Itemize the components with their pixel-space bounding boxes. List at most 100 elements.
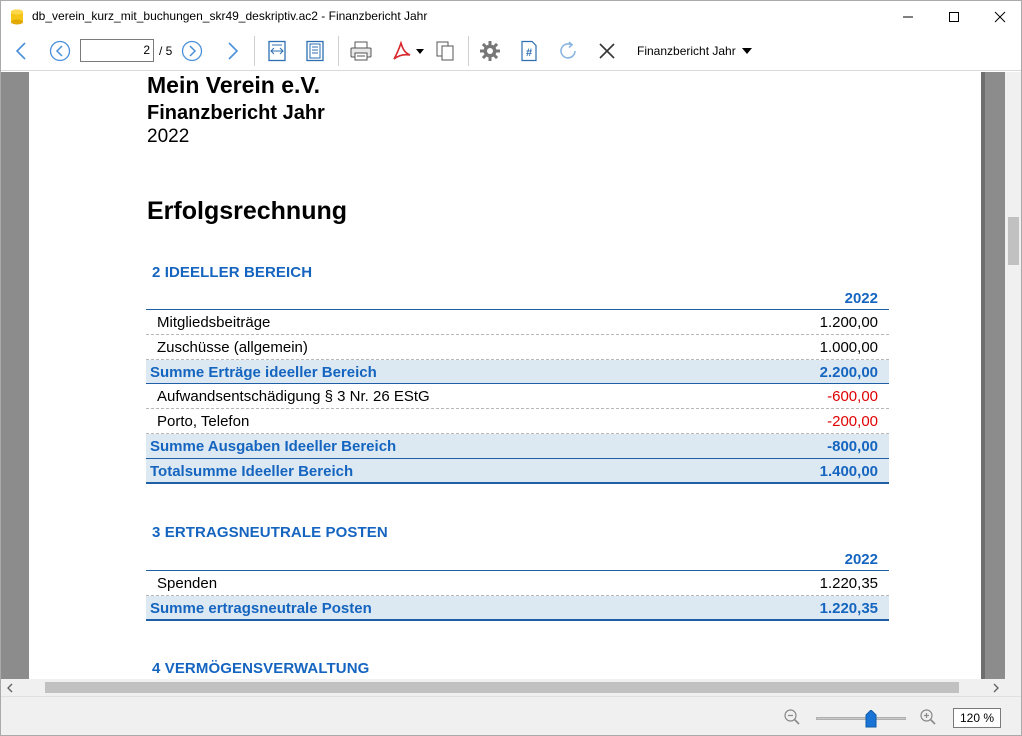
print-button[interactable] xyxy=(347,38,375,64)
viewer-window: db_verein_kurz_mit_buchungen_skr49_deskr… xyxy=(0,0,1022,736)
row-value: 1.000,00 xyxy=(819,338,878,356)
vertical-scroll-thumb[interactable] xyxy=(1008,217,1019,265)
back-button[interactable] xyxy=(11,38,31,64)
copy-button[interactable] xyxy=(431,38,459,64)
svg-text:#: # xyxy=(526,47,532,59)
page-number-input[interactable]: 2 xyxy=(80,39,154,62)
total-row: Totalsumme Ideeller Bereich 1.400,00 xyxy=(146,458,889,484)
column-header-year: 2022 xyxy=(844,551,878,568)
title-bar: db_verein_kurz_mit_buchungen_skr49_deskr… xyxy=(1,1,1021,32)
zoom-slider-track[interactable] xyxy=(816,717,906,720)
gear-icon xyxy=(480,41,500,61)
maximize-icon xyxy=(949,11,959,22)
total-row: Summe ertragsneutrale Posten 1.220,35 xyxy=(146,595,889,621)
section-heading: Erfolgsrechnung xyxy=(147,197,348,225)
table-row: Zuschüsse (allgemein) 1.000,00 xyxy=(146,335,889,360)
sum-row: Summe Erträge ideeller Bereich 2.200,00 xyxy=(146,359,889,385)
row-value: -800,00 xyxy=(827,437,878,455)
toolbar-separator xyxy=(468,36,469,66)
zoom-slider-handle[interactable] xyxy=(865,710,877,728)
row-label: Mitgliedsbeiträge xyxy=(157,314,271,331)
report-title: Finanzbericht Jahr xyxy=(147,102,325,124)
chevron-down-icon xyxy=(416,48,424,54)
column-header-year: 2022 xyxy=(844,290,878,307)
row-value: -200,00 xyxy=(827,413,878,431)
report-page: Mein Verein e.V. Finanzbericht Jahr 2022… xyxy=(29,72,981,679)
forward-button[interactable] xyxy=(223,38,243,64)
scrollbar-corner xyxy=(1005,679,1021,696)
export-pdf-button[interactable] xyxy=(387,38,427,64)
scroll-left-button[interactable] xyxy=(3,681,17,694)
page-shadow xyxy=(981,72,985,679)
circle-right-icon xyxy=(181,40,203,62)
table-row: Porto, Telefon -200,00 xyxy=(146,409,889,434)
settings-button[interactable] xyxy=(476,38,504,64)
row-label: Aufwandsentschädigung § 3 Nr. 26 EStG xyxy=(157,388,430,406)
report-selector-label: Finanzbericht Jahr xyxy=(637,44,736,58)
refresh-icon xyxy=(560,41,576,59)
row-label: Summe ertragsneutrale Posten xyxy=(150,599,372,617)
caret-down-icon xyxy=(741,48,752,54)
toolbar-separator xyxy=(338,36,339,66)
copy-icon xyxy=(436,41,454,61)
chevron-right-icon xyxy=(228,42,239,60)
report-year: 2022 xyxy=(147,126,190,147)
vertical-scrollbar[interactable] xyxy=(1005,72,1021,679)
window-title: db_verein_kurz_mit_buchungen_skr49_deskr… xyxy=(32,9,428,23)
table-header: 2022 xyxy=(146,546,889,571)
row-label: Spenden xyxy=(157,575,218,592)
chevron-left-icon xyxy=(7,683,13,692)
close-icon xyxy=(994,11,1006,22)
minimize-icon xyxy=(903,16,913,17)
hash-document-icon: # xyxy=(521,40,537,62)
document-viewport[interactable]: Mein Verein e.V. Finanzbericht Jahr 2022… xyxy=(1,72,1005,679)
fit-page-button[interactable] xyxy=(301,38,329,64)
fit-page-icon xyxy=(306,40,324,62)
row-value: -600,00 xyxy=(827,388,878,406)
row-label: Totalsumme Ideeller Bereich xyxy=(150,462,354,480)
zoom-out-icon[interactable] xyxy=(783,708,801,726)
row-value: 1.200,00 xyxy=(819,314,878,331)
fit-width-button[interactable] xyxy=(263,38,291,64)
report-selector-dropdown[interactable]: Finanzbericht Jahr xyxy=(631,39,758,63)
numbering-button[interactable]: # xyxy=(515,38,543,64)
table-row: Mitgliedsbeiträge 1.200,00 xyxy=(146,310,889,335)
row-label: Porto, Telefon xyxy=(157,413,250,431)
refresh-button[interactable] xyxy=(554,38,582,64)
toolbar-separator xyxy=(254,36,255,66)
close-report-button[interactable] xyxy=(593,38,621,64)
group-title: 2 IDEELLER BEREICH xyxy=(152,264,313,281)
page-total: / 5 xyxy=(159,44,173,58)
circle-left-icon xyxy=(49,40,71,62)
maximize-button[interactable] xyxy=(931,1,977,32)
zoom-level-field[interactable]: 120 % xyxy=(953,708,1001,728)
row-value: 1.220,35 xyxy=(819,599,878,617)
printer-icon xyxy=(350,41,372,61)
horizontal-scroll-thumb[interactable] xyxy=(45,682,959,693)
row-label: Summe Erträge ideeller Bereich xyxy=(150,363,377,381)
row-label: Summe Ausgaben Ideeller Bereich xyxy=(150,437,397,455)
group-table: 2022 Spenden 1.220,35 Summe ertragsneutra… xyxy=(146,546,889,621)
minimize-button[interactable] xyxy=(885,1,931,32)
status-bar: 120 % xyxy=(1,696,1021,735)
row-value: 1.400,00 xyxy=(819,462,878,480)
previous-page-button[interactable] xyxy=(47,38,73,64)
chevron-left-icon xyxy=(15,42,26,60)
group-title: 3 ERTRAGSNEUTRALE POSTEN xyxy=(152,524,388,541)
app-icon xyxy=(11,9,23,25)
table-header: 2022 xyxy=(146,285,889,310)
sum-row: Summe Ausgaben Ideeller Bereich -800,00 xyxy=(146,433,889,459)
scroll-right-button[interactable] xyxy=(989,681,1003,694)
horizontal-scrollbar[interactable] xyxy=(1,679,1005,696)
zoom-in-icon[interactable] xyxy=(919,708,937,726)
row-value: 2.200,00 xyxy=(819,363,878,381)
group-table: 2022 Mitgliedsbeiträge 1.200,00 Zuschüsse… xyxy=(146,285,889,484)
table-row: Aufwandsentschädigung § 3 Nr. 26 EStG -60… xyxy=(146,384,889,410)
toolbar: 2 / 5 # Finanzbericht Jahr xyxy=(1,32,1021,71)
next-page-button[interactable] xyxy=(179,38,205,64)
group-title: 4 VERMÖGENSVERWALTUNG xyxy=(152,660,370,677)
row-value: 1.220,35 xyxy=(819,575,878,592)
close-window-button[interactable] xyxy=(977,1,1022,32)
chevron-right-icon xyxy=(993,683,999,692)
organization-name: Mein Verein e.V. xyxy=(147,72,321,98)
